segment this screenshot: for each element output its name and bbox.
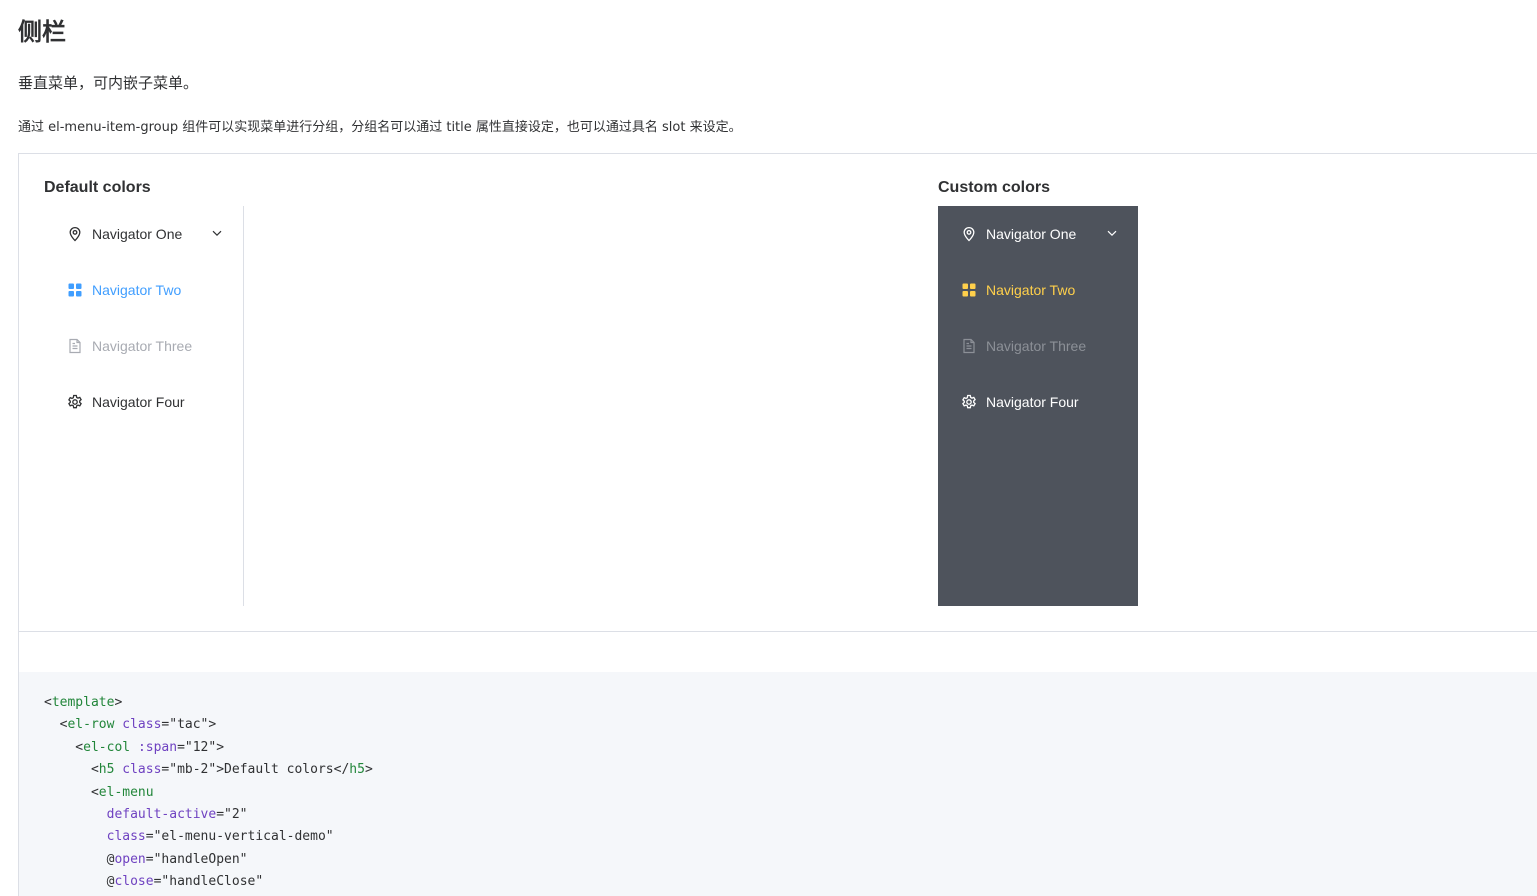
setting-icon [67, 394, 83, 410]
location-icon [67, 226, 83, 242]
page-title: 侧栏 [18, 18, 66, 46]
code-line: <el-menu [44, 782, 1537, 804]
chevron-down-icon [211, 227, 223, 239]
code-line: @open="handleOpen" [44, 849, 1537, 871]
code-token: el-menu [98, 784, 154, 800]
code-token: "tac" [169, 717, 209, 733]
default-menu-item-navigator-two[interactable]: Navigator Two [44, 262, 243, 318]
code-token: "el-menu-vertical-demo" [153, 829, 334, 845]
document-icon [67, 338, 83, 354]
code-token: class [122, 717, 162, 733]
code-token: open [114, 851, 146, 867]
document-icon [961, 338, 977, 354]
code-token: @ [44, 874, 115, 890]
code-line: <el-row class="tac"> [44, 714, 1537, 736]
code-token: template [51, 695, 115, 710]
custom-colors-menu: Navigator One Navigator Two Navigator Thre… [938, 206, 1138, 606]
menu-grid-icon [67, 282, 83, 298]
menu-item-label: Navigator Three [92, 338, 193, 354]
description-text: 通过 el-menu-item-group 组件可以实现菜单进行分组，分组名可以… [18, 120, 742, 135]
code-sample: <template> <el-row class="tac"> <el-col … [19, 672, 1537, 896]
custom-menu-item-navigator-three: Navigator Three [938, 318, 1138, 374]
code-line: <h5 class="mb-2">Default colors</h5> [44, 759, 1537, 781]
chevron-down-icon [1106, 227, 1118, 239]
code-token: el-col [83, 739, 131, 755]
code-token: close [114, 874, 154, 890]
default-menu-item-navigator-one[interactable]: Navigator One [44, 206, 243, 262]
code-token: class [106, 829, 146, 845]
custom-menu-item-navigator-four[interactable]: Navigator Four [938, 374, 1138, 430]
code-token: > [216, 739, 225, 755]
menu-item-label: Navigator Two [986, 282, 1076, 298]
default-menu-item-navigator-four[interactable]: Navigator Four [44, 374, 243, 430]
default-colors-title: Default colors [44, 179, 151, 196]
menu-item-label: Navigator Four [92, 394, 185, 410]
code-token: < [44, 717, 68, 733]
custom-menu-item-navigator-two[interactable]: Navigator Two [938, 262, 1138, 318]
code-token: "mb-2" [169, 762, 217, 778]
menu-item-label: Navigator Four [986, 394, 1079, 410]
menu-item-label: Navigator One [986, 226, 1077, 242]
code-token: h5 [98, 762, 115, 778]
setting-icon [961, 394, 977, 410]
code-token: "handleClose" [161, 874, 264, 890]
code-token: >Default colors</ [216, 762, 350, 778]
code-token: = [145, 851, 154, 867]
code-line: default-active="2" [44, 804, 1537, 826]
code-token: @ [44, 851, 115, 867]
code-token: = [145, 829, 154, 845]
code-token: class [122, 762, 162, 778]
code-token: > [114, 695, 123, 710]
default-menu-item-navigator-three: Navigator Three [44, 318, 243, 374]
code-token: :span [137, 739, 178, 755]
intro-text: 垂直菜单，可内嵌子菜单。 [18, 74, 199, 92]
code-token: = [177, 739, 185, 755]
custom-colors-title: Custom colors [938, 179, 1051, 196]
menu-grid-icon [961, 282, 977, 298]
code-token: = [216, 807, 225, 823]
location-icon [961, 226, 977, 242]
code-token: < [44, 784, 99, 800]
code-line: <template> [44, 692, 1537, 714]
menu-item-label: Navigator Three [986, 338, 1087, 354]
menu-item-label: Navigator Two [92, 282, 182, 298]
code-token: el-row [67, 717, 115, 733]
code-token: > [364, 762, 373, 778]
demo-preview: Default colors Custom colors Navigator O… [19, 154, 1537, 632]
code-line: <el-col :span="12"> [44, 737, 1537, 759]
code-token: "12" [184, 739, 217, 755]
custom-menu-item-navigator-one[interactable]: Navigator One [938, 206, 1138, 262]
code-line: @close="handleClose" [44, 871, 1537, 893]
code-token: "handleOpen" [153, 851, 248, 867]
demo-block: Default colors Custom colors Navigator O… [18, 153, 1537, 896]
menu-item-label: Navigator One [92, 226, 183, 242]
code-token: > [208, 717, 217, 733]
code-line: class="el-menu-vertical-demo" [44, 826, 1537, 848]
code-token: h5 [349, 762, 365, 778]
code-token: < [44, 762, 99, 778]
code-token: < [44, 695, 52, 710]
code-token: default-active [106, 807, 217, 823]
code-token: "2" [224, 807, 248, 823]
code-token: < [44, 739, 84, 755]
default-colors-menu: Navigator One Navigator Two Navigator Thre… [44, 206, 244, 606]
